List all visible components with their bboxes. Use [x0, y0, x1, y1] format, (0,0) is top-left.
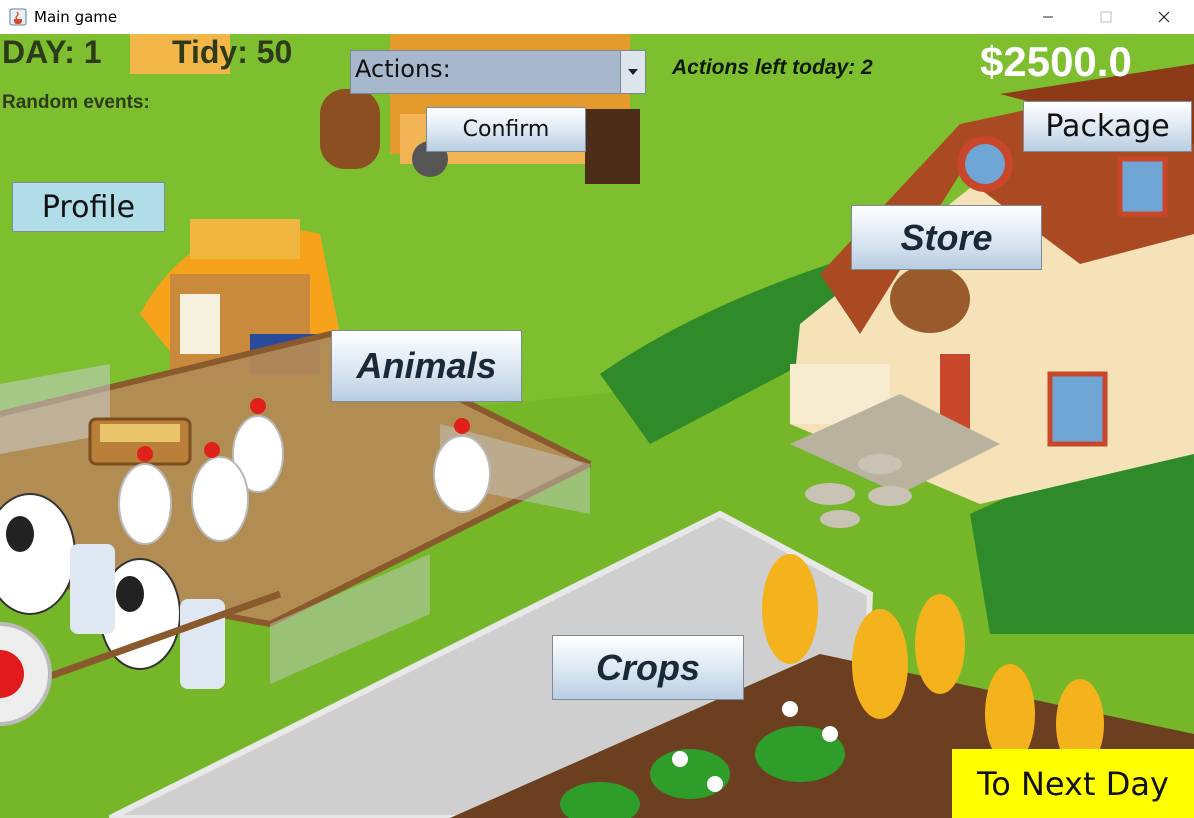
crops-button[interactable]: Crops: [552, 635, 744, 700]
day-counter: DAY: 1: [2, 34, 102, 70]
money-balance: $2500.0: [980, 38, 1132, 85]
farm-scene: [0, 34, 1194, 818]
tidy-score: Tidy: 50: [172, 34, 293, 70]
minimize-icon: [1043, 16, 1053, 18]
random-events-label: Random events:: [2, 92, 150, 113]
confirm-button[interactable]: Confirm: [426, 107, 586, 152]
maximize-button[interactable]: [1077, 0, 1135, 34]
close-button[interactable]: [1135, 0, 1193, 34]
animals-button[interactable]: Animals: [331, 330, 522, 402]
actions-dropdown-value: Actions:: [355, 55, 451, 83]
actions-dropdown[interactable]: Actions:: [350, 50, 646, 94]
maximize-icon: [1100, 11, 1112, 23]
package-button[interactable]: Package: [1023, 101, 1192, 152]
caret-down-icon[interactable]: [620, 51, 645, 93]
actions-left-label: Actions left today: 2: [672, 56, 873, 79]
profile-button[interactable]: Profile: [12, 182, 165, 232]
java-app-icon: [9, 8, 27, 26]
window-titlebar: Main game: [0, 0, 1194, 34]
close-icon: [1158, 11, 1170, 23]
farm-background: [0, 34, 1194, 818]
window-title: Main game: [34, 8, 118, 26]
next-day-button[interactable]: To Next Day: [952, 749, 1194, 818]
store-button[interactable]: Store: [851, 205, 1042, 270]
minimize-button[interactable]: [1019, 0, 1077, 34]
